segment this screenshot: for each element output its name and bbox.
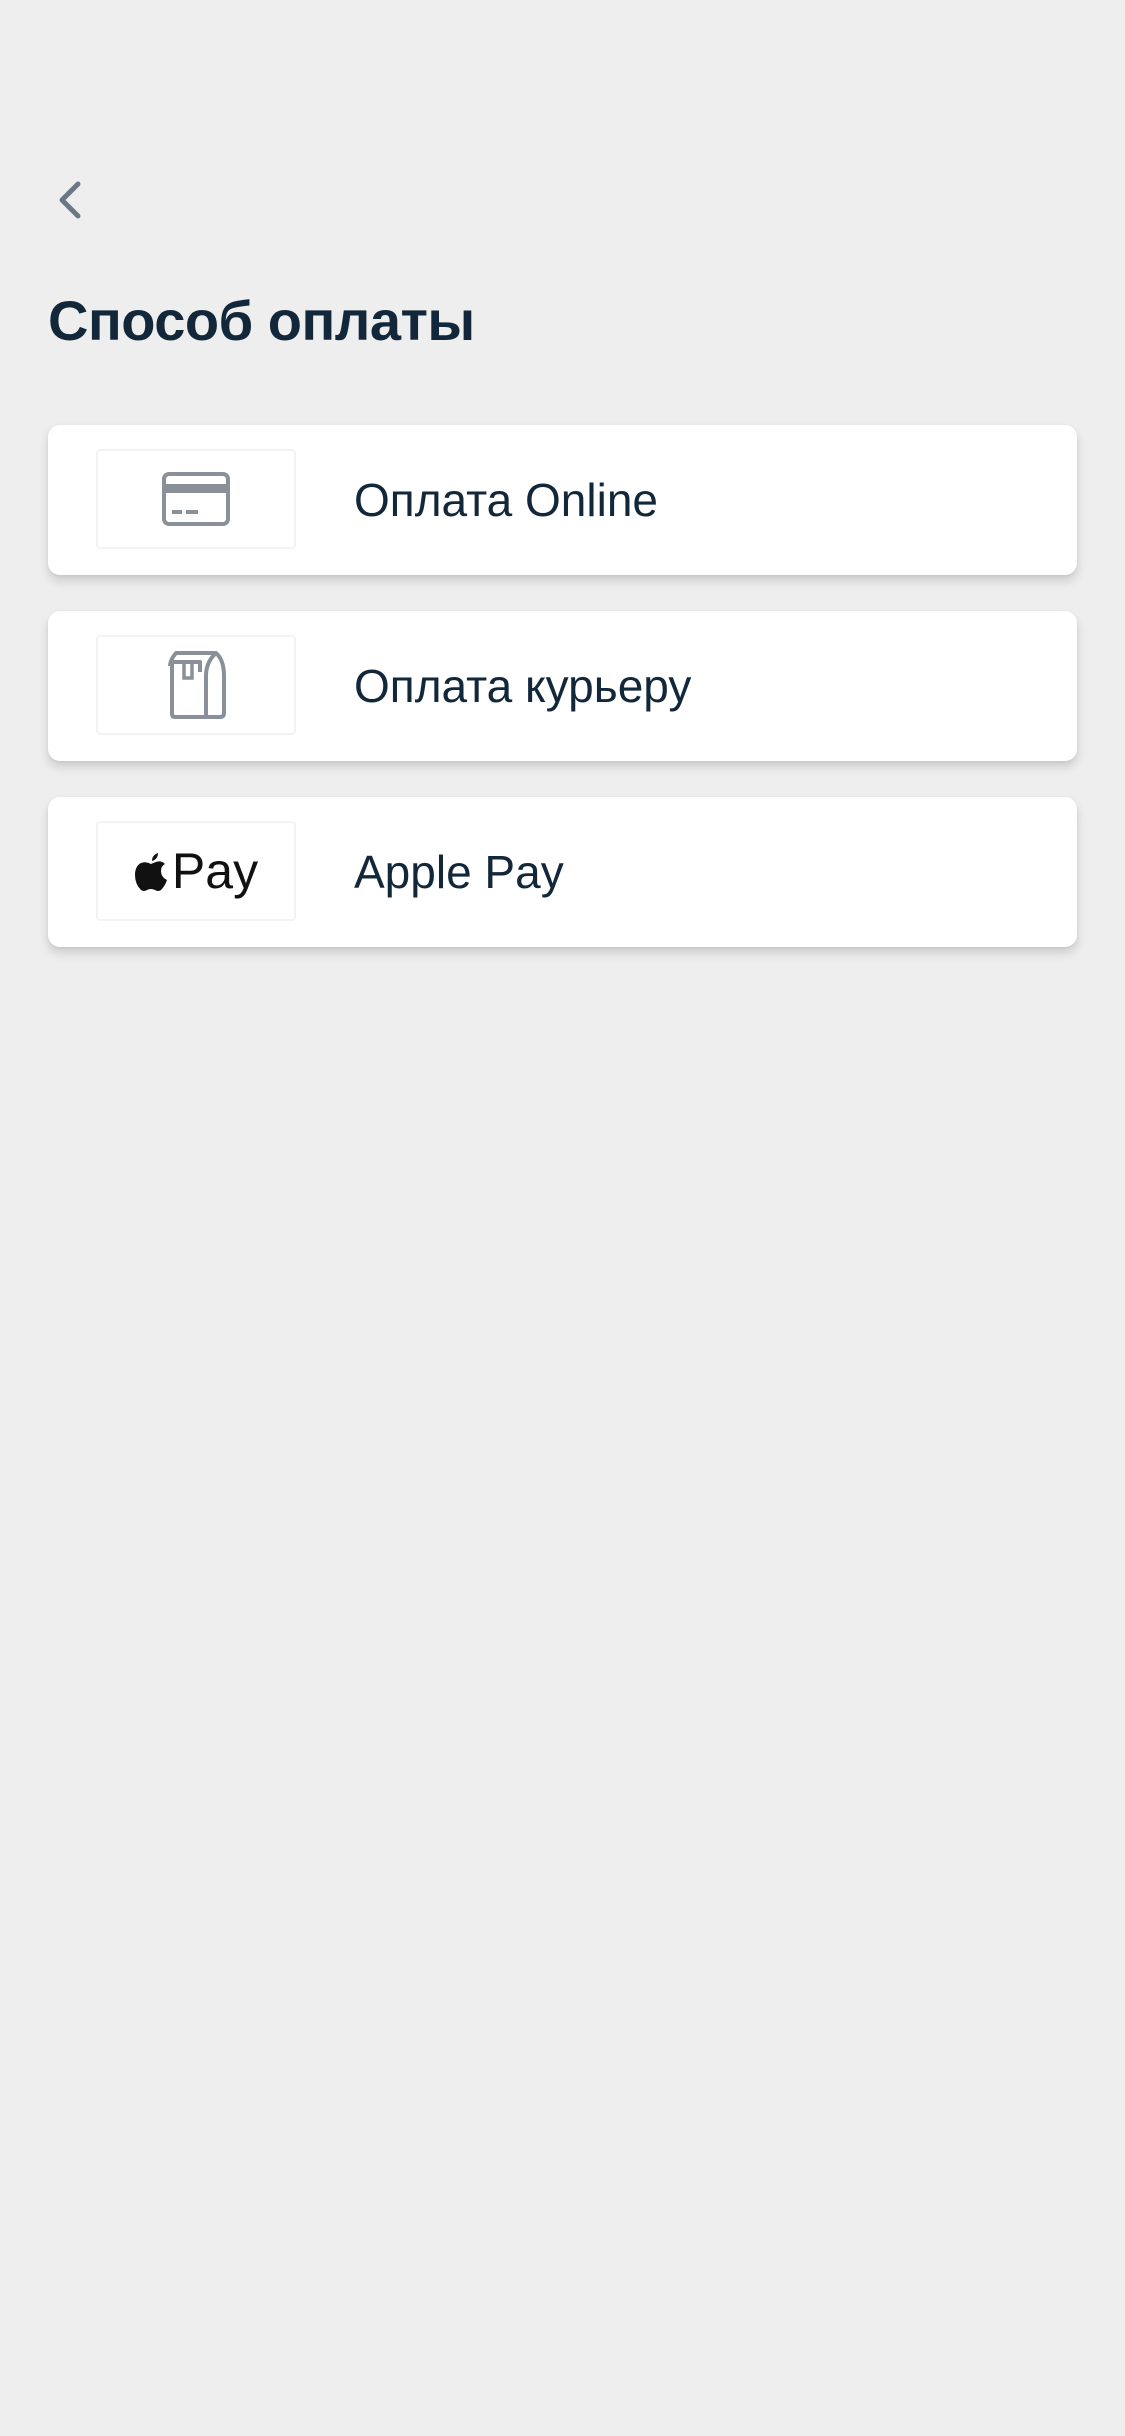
apple-pay-logo: Pay: [134, 842, 258, 900]
method-label: Оплата Online: [354, 474, 658, 526]
method-label: Оплата курьеру: [354, 660, 692, 712]
back-button[interactable]: [40, 165, 100, 235]
payment-method-online[interactable]: Оплата Online: [48, 425, 1077, 575]
apple-logo-icon: [134, 853, 167, 891]
payment-methods-list: Оплата Online Оплата курьеру Pay Apple P…: [48, 425, 1077, 947]
method-icon-box: Pay: [96, 821, 296, 921]
courier-bag-icon: [168, 651, 226, 719]
apple-pay-logo-text: Pay: [171, 843, 259, 899]
payment-method-courier[interactable]: Оплата курьеру: [48, 611, 1077, 761]
credit-card-icon: [162, 472, 230, 526]
method-icon-box: [96, 449, 296, 549]
chevron-left-icon: [59, 181, 81, 219]
page-title: Способ оплаты: [48, 289, 475, 352]
payment-method-apple-pay[interactable]: Pay Apple Pay: [48, 797, 1077, 947]
method-label: Apple Pay: [354, 846, 564, 898]
method-icon-box: [96, 635, 296, 735]
